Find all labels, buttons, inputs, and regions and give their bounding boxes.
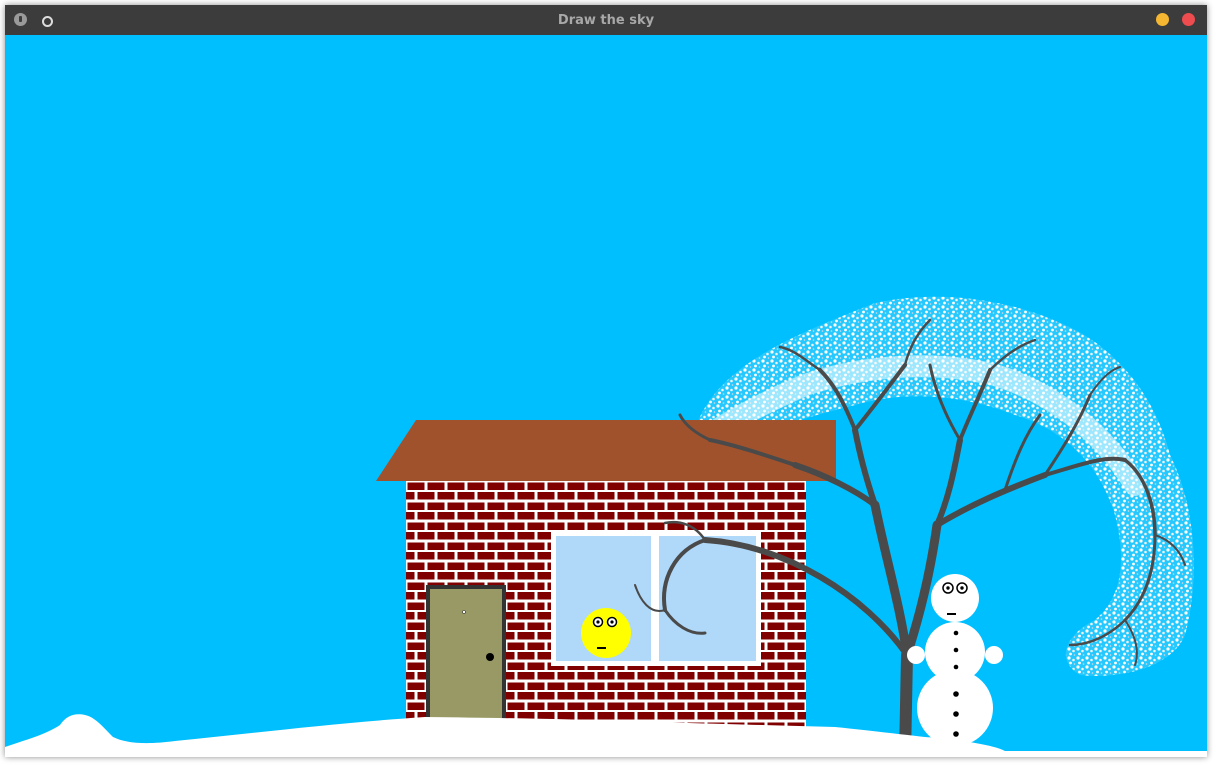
titlebar: Draw the sky	[5, 5, 1207, 35]
app-window: Draw the sky	[5, 5, 1207, 757]
house-roof	[376, 420, 836, 481]
house	[376, 420, 836, 735]
close-icon[interactable]	[1182, 13, 1195, 26]
door-knob	[486, 653, 494, 661]
door-peephole	[462, 610, 466, 614]
minimize-icon[interactable]	[1156, 13, 1169, 26]
window-title: Draw the sky	[557, 13, 655, 28]
house-window-divider	[651, 536, 659, 661]
drawing-canvas	[5, 35, 1207, 757]
scene-svg	[5, 35, 1207, 757]
face-in-window	[581, 608, 631, 658]
